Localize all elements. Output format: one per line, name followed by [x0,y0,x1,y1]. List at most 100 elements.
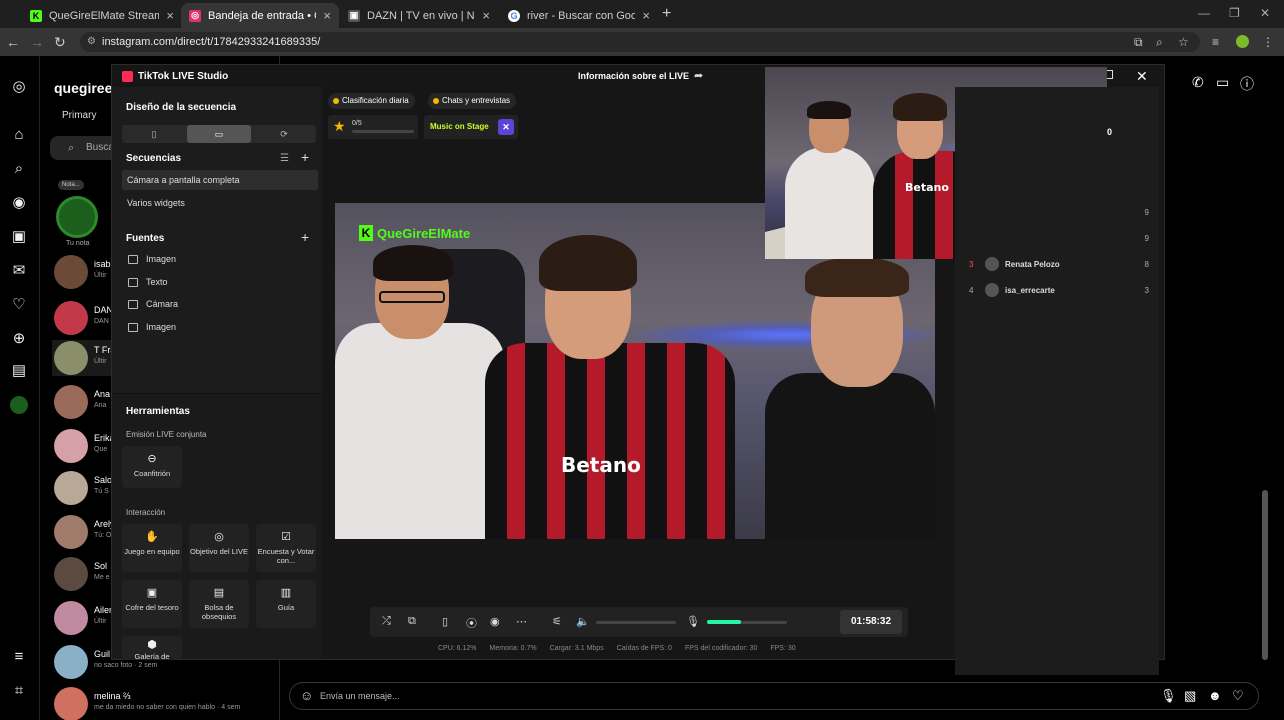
star-goal-widget[interactable]: ★ 0/5 [328,115,418,139]
phone-icon[interactable]: ▯ [442,615,448,628]
ranking-partial-value: 0 [1107,127,1113,137]
add-sequence-button[interactable]: + [301,149,309,165]
zoom-icon[interactable]: ⌕ [1156,35,1163,50]
my-note[interactable]: Nota... Tu nota [56,176,100,247]
info-icon[interactable]: ⓘ [1240,74,1254,94]
scrollbar[interactable] [1262,490,1268,660]
instagram-logo-icon[interactable]: ◎ [10,78,28,96]
speaker-volume-slider[interactable] [596,621,676,624]
sequence-item[interactable]: Varios widgets [122,193,318,213]
tool-label: Encuesta y Votar con... [257,547,315,565]
extensions-icon[interactable]: ≡ [1212,35,1219,49]
restore-icon[interactable]: ❐ [1229,6,1240,20]
reload-icon[interactable]: ↻ [54,34,66,51]
reels-icon[interactable]: ▣ [10,228,28,246]
minimize-icon[interactable]: — [1198,6,1210,20]
share-icon[interactable]: ➦ [694,69,703,82]
ranking-row[interactable]: 3 Renata Pelozo 8 [969,257,1149,273]
image-upload-icon[interactable]: ▧ [1184,688,1196,704]
window-close-icon[interactable]: ✕ [1260,6,1270,20]
rotate-layout-icon[interactable]: ⟳ [252,125,316,143]
heart-icon[interactable]: ♡ [1232,688,1244,704]
tool-label: Bolsa de obsequios [201,603,237,621]
scene-switch-icon[interactable]: ⧉ [408,615,416,628]
ranking-row[interactable]: 9 [969,231,1149,247]
landscape-layout-icon[interactable]: ▭ [187,125,251,143]
cohost-button[interactable]: ⊖ Coanfitrión [122,446,182,488]
daily-ranking-pill[interactable]: Clasificación diaria [328,93,415,109]
source-item[interactable]: Cámara [128,299,178,309]
gift-bag-button[interactable]: ▤ Bolsa de obsequios [189,580,249,628]
avatar [54,255,88,289]
team-game-button[interactable]: ✋ Juego en equipo [122,524,182,572]
chat-preview: Últir [94,618,107,625]
transition-icon[interactable]: ⤮ [382,615,391,628]
profile-avatar[interactable] [10,396,28,414]
hamburger-menu-icon[interactable]: ≡ [10,648,28,666]
more-icon[interactable]: ⋯ [516,615,527,628]
dashboard-icon[interactable]: ▤ [10,362,28,380]
close-icon[interactable]: ✕ [1136,68,1148,85]
bookmark-star-icon[interactable]: ☆ [1178,35,1189,49]
microphone-icon[interactable]: 🎙 [1160,688,1177,704]
browser-tab-kick[interactable]: K QueGireElMate Stream - Kick D × [22,3,182,28]
chat-list-item[interactable]: melina ⅔ me da miedo no saber con quien h… [52,686,279,720]
sequence-item[interactable]: Cámara a pantalla completa [122,170,318,190]
gallery-button[interactable]: ⬢ Galería de [122,636,182,661]
browser-tab-google[interactable]: G river - Buscar con Google × [500,3,658,28]
close-tab-icon[interactable]: × [642,8,650,23]
portrait-layout-icon[interactable]: ▯ [122,125,186,143]
apps-grid-icon[interactable]: ⌗ [10,682,28,700]
browser-tab-dazn[interactable]: ▣ DAZN | TV en vivo | NFL Netwo × [340,3,498,28]
stat-fps-drops: Caídas de FPS: 0 [616,645,672,652]
settings-sliders-icon[interactable]: ⚟ [552,615,562,628]
home-icon[interactable]: ⌂ [10,126,28,144]
explore-icon[interactable]: ◉ [10,194,28,212]
record-icon[interactable]: ⦿ [466,615,477,631]
close-tab-icon[interactable]: × [482,8,490,23]
source-item[interactable]: Imagen [128,322,176,332]
emoji-icon[interactable]: ☺ [300,688,313,703]
tab-primary[interactable]: Primary [62,110,96,121]
profile-avatar[interactable] [1236,35,1249,48]
source-item[interactable]: Imagen [128,254,176,264]
browser-tab-instagram[interactable]: ◎ Bandeja de entrada • Chats × [181,3,339,28]
list-icon[interactable]: ☰ [280,153,289,164]
new-tab-button[interactable]: + [662,5,671,23]
phone-call-icon[interactable]: ✆ [1192,74,1204,91]
music-icon: ✕ [498,119,514,135]
rank-score: 9 [1144,208,1149,217]
ranking-row[interactable]: 4 isa_errecarte 3 [969,283,1149,299]
url-field[interactable]: ⚙ instagram.com/direct/t/178429332416893… [80,32,1200,52]
create-icon[interactable]: ⊕ [10,330,28,348]
message-input[interactable]: ☺ Envía un mensaje... 🎙 ▧ ☻ ♡ [289,682,1259,710]
source-item[interactable]: Texto [128,277,168,287]
capture-icon[interactable]: ◉ [490,615,500,628]
live-goal-button[interactable]: ◎ Objetivo del LIVE [189,524,249,572]
messenger-icon[interactable]: ✉ [10,262,28,280]
search-icon[interactable]: ⌕ [10,160,28,178]
close-tab-icon[interactable]: × [323,8,331,23]
site-info-icon[interactable]: ⚙ [87,32,96,52]
live-info-title[interactable]: Información sobre el LIVE [578,71,689,81]
video-call-icon[interactable]: ▭ [1216,74,1229,91]
microphone-icon[interactable]: 🎙 [686,615,700,628]
treasure-chest-button[interactable]: ▣ Cofre del tesoro [122,580,182,628]
sources-heading: Fuentes [126,233,165,244]
back-icon[interactable]: ← [6,34,20,50]
heart-icon[interactable]: ♡ [10,296,28,314]
guide-button[interactable]: ▥ Guía [256,580,316,628]
stat-encoder-fps: FPS del codificador: 30 [684,645,758,652]
chats-interviews-pill[interactable]: Chats y entrevistas [428,93,517,109]
poll-button[interactable]: ☑ Encuesta y Votar con... [256,524,316,572]
music-on-stage-widget[interactable]: Music on Stage ✕ [424,115,518,139]
forward-icon[interactable]: → [30,34,44,50]
speaker-icon[interactable]: 🔈 [576,615,590,628]
kick-logo-icon: K [359,225,373,241]
cast-icon[interactable]: ⧉ [1134,35,1143,50]
add-source-button[interactable]: + [301,229,309,245]
ranking-row[interactable]: 9 [969,205,1149,221]
menu-kebab-icon[interactable]: ⋮ [1262,35,1274,49]
close-tab-icon[interactable]: × [166,8,174,23]
sticker-icon[interactable]: ☻ [1208,688,1222,703]
